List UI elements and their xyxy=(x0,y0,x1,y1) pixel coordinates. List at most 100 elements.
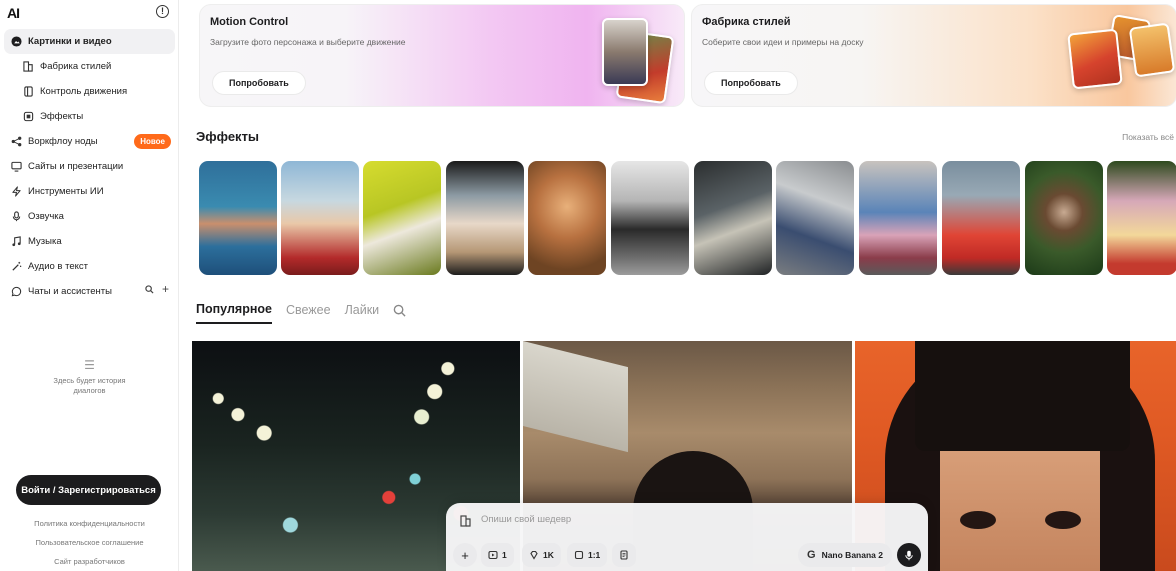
privacy-link[interactable]: Политика конфиденциальности xyxy=(0,519,179,528)
chat-actions: + xyxy=(145,283,169,297)
search-icon[interactable] xyxy=(145,285,154,297)
history-empty-state: ☰ Здесь будет история диалогов xyxy=(0,358,179,396)
sidebar-item-images-video[interactable]: Картинки и видео xyxy=(4,29,175,54)
sidebar: AI ! Картинки и видео Фабрика стилей Кон… xyxy=(0,0,179,571)
terms-link[interactable]: Пользовательское соглашение xyxy=(0,538,179,547)
sidebar-item-effects[interactable]: Эффекты xyxy=(4,104,175,129)
promo-image xyxy=(1128,22,1176,78)
effects-carousel xyxy=(199,161,1176,275)
sidebar-item-style-factory[interactable]: Фабрика стилей xyxy=(4,54,175,79)
mic-icon xyxy=(10,211,22,223)
plus-icon[interactable]: + xyxy=(162,283,169,297)
tab-popular[interactable]: Популярное xyxy=(196,302,272,324)
try-button[interactable]: Попробовать xyxy=(704,71,798,95)
sidebar-item-motion-control[interactable]: Контроль движения xyxy=(4,79,175,104)
google-icon: G xyxy=(807,549,816,561)
image-detail xyxy=(915,341,1130,451)
mic-button[interactable] xyxy=(897,543,921,567)
sidebar-item-label: Чаты и ассистенты xyxy=(28,286,112,297)
prompt-bar: + 1 1K 1:1 G Nano Banana 2 xyxy=(446,503,928,571)
sidebar-item-voiceover[interactable]: Озвучка xyxy=(4,204,175,229)
count-value: 1 xyxy=(502,550,507,560)
promo-card-motion-control[interactable]: Motion Control Загрузите фото персонажа … xyxy=(199,4,685,107)
workflow-icon xyxy=(10,136,22,148)
chat-icon xyxy=(10,286,22,298)
info-icon[interactable]: ! xyxy=(156,5,169,18)
sidebar-item-label: Музыка xyxy=(28,236,62,247)
effect-card[interactable] xyxy=(611,161,689,275)
image-detail xyxy=(523,341,628,453)
list-icon: ☰ xyxy=(84,358,95,372)
image-icon xyxy=(10,36,22,48)
effect-card[interactable] xyxy=(281,161,359,275)
logo[interactable]: AI xyxy=(7,5,20,21)
diamond-icon xyxy=(530,550,538,560)
prompt-input[interactable] xyxy=(481,514,781,525)
search-icon[interactable] xyxy=(393,304,406,317)
square-icon xyxy=(574,550,584,560)
sidebar-item-label: Контроль движения xyxy=(40,86,128,97)
tab-likes[interactable]: Лайки xyxy=(345,303,380,323)
login-button[interactable]: Войти / Зарегистрироваться xyxy=(16,475,161,505)
sidebar-item-music[interactable]: Музыка xyxy=(4,229,175,254)
effect-card[interactable] xyxy=(694,161,772,275)
try-button[interactable]: Попробовать xyxy=(212,71,306,95)
resolution-selector[interactable]: 1K xyxy=(522,543,561,567)
effect-card[interactable] xyxy=(199,161,277,275)
history-empty-text: Здесь будет история xyxy=(53,376,126,385)
mic-icon xyxy=(905,550,913,560)
effect-card[interactable] xyxy=(1107,161,1176,275)
effect-card[interactable] xyxy=(776,161,854,275)
sidebar-item-audio-to-text[interactable]: Аудио в текст xyxy=(4,254,175,279)
model-selector[interactable]: G Nano Banana 2 xyxy=(798,543,892,567)
effect-card[interactable] xyxy=(363,161,441,275)
effects-title: Эффекты xyxy=(196,129,260,144)
count-selector[interactable]: 1 xyxy=(481,543,514,567)
ratio-value: 1:1 xyxy=(588,550,601,560)
show-all-link[interactable]: Показать всё xyxy=(1122,132,1174,142)
promo-subtitle: Загрузите фото персонажа и выберите движ… xyxy=(210,37,406,47)
sidebar-item-workflow[interactable]: Воркфлоу ноды Новое xyxy=(4,129,175,154)
image-detail xyxy=(1045,511,1081,529)
ratio-selector[interactable]: 1:1 xyxy=(567,543,608,567)
sidebar-item-chats[interactable]: Чаты и ассистенты + xyxy=(4,279,175,304)
developers-link[interactable]: Сайт разработчиков xyxy=(0,557,179,566)
monitor-icon xyxy=(10,161,22,173)
effect-card[interactable] xyxy=(942,161,1020,275)
promo-title: Фабрика стилей xyxy=(702,16,791,28)
sidebar-item-label: Фабрика стилей xyxy=(40,61,112,72)
sidebar-item-label: Озвучка xyxy=(28,211,64,222)
effect-card[interactable] xyxy=(528,161,606,275)
document-button[interactable] xyxy=(612,543,636,567)
sidebar-item-label: Эффекты xyxy=(40,111,84,122)
main-content: Motion Control Загрузите фото персонажа … xyxy=(180,0,1176,571)
new-badge: Новое xyxy=(134,134,171,149)
style-icon[interactable] xyxy=(460,515,472,527)
image-detail xyxy=(940,441,1100,571)
promo-title: Motion Control xyxy=(210,16,289,28)
sidebar-item-ai-tools[interactable]: Инструменты ИИ xyxy=(4,179,175,204)
tab-fresh[interactable]: Свежее xyxy=(286,303,331,323)
promo-card-style-factory[interactable]: Фабрика стилей Соберите свои идеи и прим… xyxy=(691,4,1176,107)
sidebar-item-label: Картинки и видео xyxy=(28,36,112,47)
resolution-value: 1K xyxy=(543,550,554,560)
promo-subtitle: Соберите свои идеи и примеры на доску xyxy=(702,37,864,47)
motion-icon xyxy=(22,86,34,98)
promo-image xyxy=(602,18,648,86)
add-button[interactable]: + xyxy=(453,543,477,567)
sidebar-item-sites[interactable]: Сайты и презентации xyxy=(4,154,175,179)
music-icon xyxy=(10,236,22,248)
sidebar-nav: Картинки и видео Фабрика стилей Контроль… xyxy=(4,29,175,304)
effect-card[interactable] xyxy=(446,161,524,275)
effect-card[interactable] xyxy=(859,161,937,275)
sidebar-item-label: Воркфлоу ноды xyxy=(28,136,98,147)
effect-card[interactable] xyxy=(1025,161,1103,275)
app-root: AI ! Картинки и видео Фабрика стилей Кон… xyxy=(0,0,1176,571)
feed-tabs: Популярное Свежее Лайки xyxy=(196,302,406,324)
promo-image xyxy=(1067,28,1123,90)
sidebar-item-label: Инструменты ИИ xyxy=(28,186,104,197)
image-count-icon xyxy=(488,550,498,560)
model-name: Nano Banana 2 xyxy=(821,550,883,560)
sidebar-item-label: Сайты и презентации xyxy=(28,161,124,172)
image-detail xyxy=(960,511,996,529)
